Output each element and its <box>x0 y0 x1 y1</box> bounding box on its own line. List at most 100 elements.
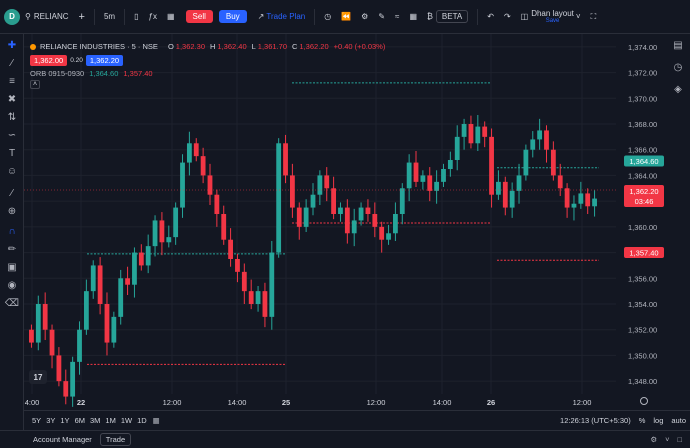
range-1d-button[interactable]: 1D <box>137 416 147 425</box>
fullscreen-icon: ⛶ <box>590 11 597 21</box>
broadcast-button[interactable]: ≈ <box>390 6 404 28</box>
range-5y-button[interactable]: 5Y <box>32 416 41 425</box>
alert-button[interactable]: ◷ <box>319 6 336 28</box>
last-price-label: 1,362.20 <box>629 187 658 196</box>
range-1y-button[interactable]: 1Y <box>60 416 69 425</box>
auto-scale-toggle[interactable]: auto <box>671 416 686 425</box>
candle-body <box>379 226 385 240</box>
settings-icon[interactable]: ⚙ <box>650 435 657 444</box>
candle-body <box>63 381 69 397</box>
indicators-filter-button[interactable]: ⚙ <box>356 6 373 28</box>
candle-body <box>138 252 144 266</box>
compare-symbol-button[interactable]: + <box>74 6 90 28</box>
close-label: C <box>292 42 298 51</box>
buy-button[interactable]: Buy <box>218 10 247 23</box>
zoom-tool[interactable]: ⊕ <box>4 204 20 218</box>
range-1m-button[interactable]: 1M <box>105 416 115 425</box>
legend-collapse-button[interactable]: ˄ <box>30 80 390 89</box>
hide-tool[interactable]: ◉ <box>4 278 20 292</box>
panel-toggle-icon[interactable]: ˅ <box>665 435 669 444</box>
fullscreen-button[interactable]: ⛶ <box>586 6 602 28</box>
bitcoin-icon: ₿ <box>427 12 433 21</box>
brush-icon: ∽ <box>7 129 17 141</box>
time-tick-label: 12:00 <box>163 398 182 407</box>
trendline-tool[interactable]: ∕ <box>4 56 20 70</box>
close-value: 1,362.20 <box>299 42 329 51</box>
symbol-legend-row[interactable]: RELIANCE INDUSTRIES · 5 · NSE O 1,362.30 … <box>30 40 390 53</box>
horizontal-lines-tool[interactable]: ≡ <box>4 74 20 88</box>
magnet-tool[interactable]: ∩ <box>4 224 20 238</box>
time-tick-label: 12:00 <box>367 398 386 407</box>
layout-button[interactable]: ◫ Dhan layout Save ˅ <box>516 6 586 28</box>
range-1w-button[interactable]: 1W <box>121 416 132 425</box>
indicator-legend-row[interactable]: ORB 0915-0930 1,364.60 1,357.40 <box>30 67 390 80</box>
symbol-status-dot <box>30 43 36 50</box>
candle-body <box>111 316 117 343</box>
undo-icon: ↶ <box>487 12 494 21</box>
candles-chart-type-button[interactable]: ▯ <box>129 6 143 28</box>
ruler-tool[interactable]: ∕ <box>4 186 20 200</box>
log-scale-toggle[interactable]: log <box>653 416 663 425</box>
clock-icon: ◷ <box>673 61 683 73</box>
watchlist-button[interactable]: ▤ <box>670 38 686 52</box>
indicators-button[interactable]: ƒx <box>144 6 162 28</box>
chart-area[interactable]: 1,374.00 1,372.00 1,370.00 1,368.00 1,366.00… <box>24 34 666 410</box>
undo-button[interactable]: ↶ <box>482 6 499 28</box>
candle-body <box>49 329 55 356</box>
crosshair-tool[interactable]: ✚ <box>4 38 20 52</box>
candle-body <box>269 252 275 317</box>
sell-button[interactable]: Sell <box>185 10 213 23</box>
drawing-button[interactable]: ✎ <box>373 6 390 28</box>
candle-body <box>42 304 48 330</box>
timezone-clock[interactable]: 12:26:13 (UTC+5:30) <box>560 416 631 425</box>
redo-button[interactable]: ↷ <box>499 6 516 28</box>
candle-body <box>544 130 549 150</box>
price-tick-label: 1,366.00 <box>628 146 657 155</box>
trade-plan-button[interactable]: ↗ Trade Plan <box>253 6 311 28</box>
beta-button[interactable]: ₿ BETA <box>422 6 473 28</box>
candle-body <box>90 265 96 292</box>
replay-button[interactable]: ⏪ <box>336 6 356 28</box>
percent-scale-toggle[interactable]: % <box>639 416 646 425</box>
trade-tab[interactable]: Trade <box>99 433 132 446</box>
spread-value: 0.20 <box>70 57 83 64</box>
range-6m-button[interactable]: 6M <box>75 416 85 425</box>
tradingview-logo[interactable]: 17 <box>29 370 47 384</box>
keep-drawing-tool[interactable]: ✏ <box>4 242 20 256</box>
grid-button[interactable]: ▦ <box>404 6 422 28</box>
symbol-search-button[interactable]: ⚲ RELIANC <box>20 6 74 28</box>
candle-body <box>221 214 227 240</box>
goto-date-icon[interactable]: ▦ <box>153 416 160 425</box>
candle-body <box>496 181 501 195</box>
candle-body <box>434 181 440 191</box>
maximize-icon[interactable]: □ <box>677 435 682 444</box>
brush-tool[interactable]: ∽ <box>4 128 20 142</box>
candle-body <box>241 271 247 292</box>
delete-tool[interactable]: ⌫ <box>4 296 20 310</box>
pattern-tool[interactable]: ✖ <box>4 92 20 106</box>
emoji-tool[interactable]: ☺ <box>4 164 20 178</box>
candle-body <box>255 291 261 304</box>
text-tool[interactable]: T <box>4 146 20 160</box>
ask-buy-button[interactable]: 1,362.20 <box>85 55 124 66</box>
bid-sell-button[interactable]: 1,362.00 <box>30 55 68 66</box>
chevron-up-icon: ˄ <box>30 80 40 89</box>
fib-tool[interactable]: ⇅ <box>4 110 20 124</box>
interval-button[interactable]: 5m <box>99 6 120 28</box>
alarm-icon: ◷ <box>324 12 332 21</box>
price-tick-label: 1,370.00 <box>628 94 657 103</box>
fib-icon: ⇅ <box>7 111 17 123</box>
alerts-panel-button[interactable]: ◷ <box>670 60 686 74</box>
templates-button[interactable]: ▦ <box>162 6 180 28</box>
lock-tool[interactable]: ▣ <box>4 260 20 274</box>
candle-body <box>317 175 323 195</box>
divider <box>93 8 95 25</box>
range-3y-button[interactable]: 3Y <box>46 416 55 425</box>
trade-plan-label: Trade Plan <box>266 12 306 21</box>
range-3m-button[interactable]: 3M <box>90 416 100 425</box>
price-chart[interactable]: 1,374.00 1,372.00 1,370.00 1,368.00 1,366.00… <box>24 34 666 410</box>
account-manager-tab[interactable]: Account Manager <box>33 435 92 444</box>
layout-info: Dhan layout Save <box>531 9 574 24</box>
layers-button[interactable]: ◈ <box>670 82 686 96</box>
price-tick-label: 1,348.00 <box>628 377 657 386</box>
